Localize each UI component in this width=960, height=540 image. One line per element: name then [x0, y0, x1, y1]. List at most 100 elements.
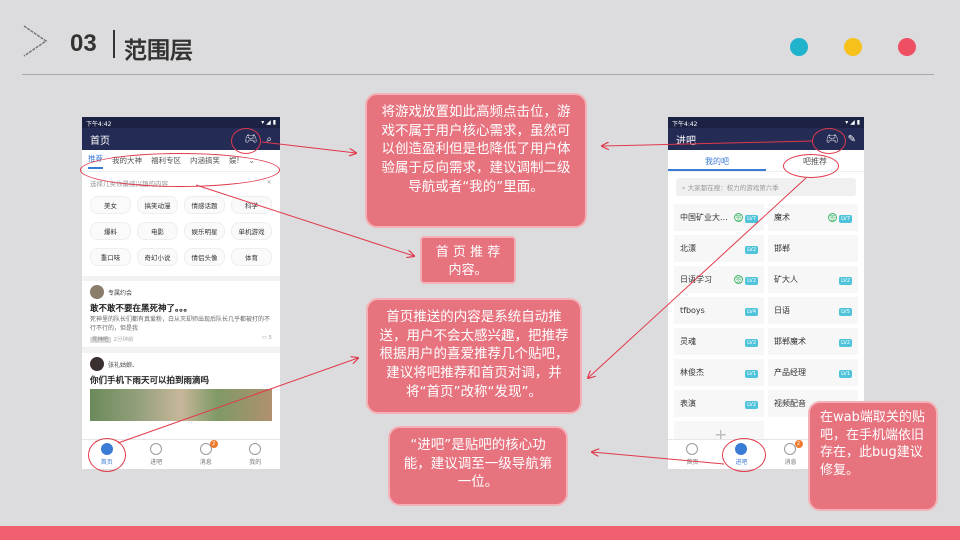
- level-badge: LV7: [745, 215, 758, 223]
- level-badge: LV2: [745, 339, 758, 347]
- section-title: 范围层: [124, 38, 193, 64]
- bar-status: LV1: [745, 368, 758, 378]
- followed-bar[interactable]: 魔术 签 LV7: [766, 202, 860, 233]
- interest-tag[interactable]: 单机游戏: [231, 222, 272, 240]
- yellow-dot: [844, 38, 862, 56]
- followed-bar[interactable]: 邯郸魔术 LV2: [766, 326, 860, 357]
- bar-status: LV1: [839, 368, 852, 378]
- avatar: [90, 285, 104, 299]
- post-header: 专属约会: [90, 285, 272, 299]
- nav-mine-label: 我的: [249, 459, 262, 466]
- followed-bar[interactable]: 日语学习 签 LV2: [672, 264, 766, 295]
- level-badge: LV7: [839, 215, 852, 223]
- bar-name: 产品经理: [774, 368, 806, 377]
- interest-tag[interactable]: 电影: [137, 222, 178, 240]
- bar-name: 矿大人: [774, 275, 798, 284]
- interest-tag[interactable]: 搞笑动漫: [137, 196, 178, 214]
- play-outline-icon: [23, 25, 48, 57]
- header-rule: [22, 74, 934, 75]
- bar-name: 视频配音: [774, 399, 806, 408]
- section-number: 03: [70, 30, 97, 57]
- status-icons: ▾ ◢ ▮: [845, 119, 860, 126]
- bar-status: LV4: [745, 306, 758, 316]
- bar-status: LV2: [745, 244, 758, 254]
- level-badge: LV2: [745, 246, 758, 254]
- bar-status: LV2: [745, 337, 758, 347]
- comment-icon: ▭: [261, 335, 267, 342]
- interest-tag[interactable]: 奇幻小说: [137, 248, 178, 266]
- nav-mine[interactable]: 我的: [249, 443, 261, 466]
- callout-push: 首页推送的内容是系统自动推送，用户不会太感兴趣，把推荐根据用户的喜爱推荐几个贴吧…: [366, 298, 582, 414]
- post-forum-chip[interactable]: 死神吧: [90, 337, 111, 344]
- callout-bug: 在wab端取关的贴吧，在手机端依旧存在，此bug建议修复。: [808, 401, 938, 511]
- tab-my-bars[interactable]: 我的吧: [668, 150, 766, 171]
- slide: 03 范围层 下午4:42 ▾ ◢ ▮ 首页 🎮︎ ⌕ 推荐 我的大神 福利专区…: [0, 0, 960, 540]
- section-separator: [113, 30, 115, 58]
- search-icon: ⌕: [682, 184, 686, 192]
- feed-post[interactable]: 专属约会 敢不敢不要在黑死神了。。。 死神里的队长们都有真爱粉，白从灭却师出现后…: [82, 281, 280, 349]
- teal-dot: [790, 38, 808, 56]
- bar-name: 灵魂: [680, 337, 696, 346]
- followed-bar[interactable]: 邯郸: [766, 233, 860, 264]
- level-badge: LV5: [839, 308, 852, 316]
- jinba-icon: [150, 443, 163, 455]
- callout-jinba: “进吧”是贴吧的核心功能，建议调至一级导航第一位。: [388, 426, 568, 506]
- followed-bar[interactable]: 矿大人 LV2: [766, 264, 860, 295]
- status-time: 下午4:42: [86, 121, 112, 128]
- interest-tag[interactable]: 娱乐明星: [184, 222, 225, 240]
- search-icon[interactable]: ⌕: [266, 134, 272, 145]
- highlight-recommend-tab: [783, 154, 839, 178]
- bar-name: 邯郸魔术: [774, 337, 806, 346]
- nav-messages[interactable]: 2 消息: [784, 440, 803, 466]
- highlight-game-left: [231, 128, 261, 154]
- nav-title: 首页: [90, 135, 110, 147]
- bar-name: 中国矿业大...: [680, 213, 728, 222]
- followed-bar[interactable]: 北漂 LV2: [672, 233, 766, 264]
- interest-tag[interactable]: 情感话题: [184, 196, 225, 214]
- interest-tag[interactable]: 爆料: [90, 222, 131, 240]
- followed-bar[interactable]: tfboys LV4: [672, 295, 766, 326]
- followed-bar[interactable]: 产品经理 LV1: [766, 357, 860, 388]
- nav-jinba[interactable]: 进吧: [150, 443, 162, 466]
- followed-bar[interactable]: 林俊杰 LV1: [672, 357, 766, 388]
- followed-bar[interactable]: 中国矿业大... 签 LV7: [672, 202, 766, 233]
- interest-tags: 美女 搞笑动漫 情感话题 科学 爆料 电影 娱乐明星 单机游戏 重口味 奇幻小说…: [82, 190, 280, 272]
- followed-bar[interactable]: 日语 LV5: [766, 295, 860, 326]
- bar-status: 签 LV2: [734, 275, 758, 285]
- followed-bar[interactable]: 表演 LV2: [672, 388, 766, 419]
- bar-status: 签 LV7: [828, 213, 852, 223]
- interest-tag[interactable]: 美女: [90, 196, 131, 214]
- nav-home[interactable]: 首页: [686, 443, 699, 466]
- bar-name: 魔术: [774, 213, 790, 222]
- search-input[interactable]: ⌕ 大家都在搜：权力的游戏第六季: [676, 178, 856, 196]
- callout-recommend: 首 页 推 荐内容。: [420, 236, 516, 284]
- highlight-home-left: [88, 438, 126, 472]
- post-comment-count: 5: [268, 335, 273, 342]
- post-meta: 死神吧 2分钟前 ▭ 5: [90, 335, 273, 344]
- level-badge: LV2: [839, 277, 852, 285]
- nav-messages[interactable]: 2 消息: [199, 440, 218, 466]
- signed-icon: 签: [828, 213, 838, 222]
- close-icon[interactable]: ×: [267, 178, 272, 188]
- interest-tag[interactable]: 科学: [231, 196, 272, 214]
- post-body: 死神里的队长们都有真爱粉，白从灭却师出现后队长几乎都被打的不行不行的，但是我: [90, 316, 271, 332]
- callout-game: 将游戏放置如此高频点击位，游戏不属于用户核心需求，虽然可以创造盈利但是也降低了用…: [365, 93, 587, 228]
- status-bar: 下午4:42 ▾ ◢ ▮: [82, 117, 280, 128]
- signed-icon: 签: [734, 213, 744, 222]
- nav-messages-label: 消息: [199, 459, 212, 466]
- bar-name: 邯郸: [774, 244, 790, 253]
- bar-name: 日语学习: [680, 275, 712, 284]
- interest-tag[interactable]: 体育: [231, 248, 272, 266]
- feed-post[interactable]: 张礼姑娘、 你们手机下雨天可以拍到雨滴吗: [82, 353, 280, 425]
- interest-tag[interactable]: 重口味: [90, 248, 131, 266]
- nav-home-label: 首页: [686, 459, 699, 466]
- interest-tag[interactable]: 情侣头像: [184, 248, 225, 266]
- message-badge: 2: [209, 440, 218, 448]
- followed-bar[interactable]: 灵魂 LV2: [672, 326, 766, 357]
- post-photo[interactable]: [90, 389, 272, 422]
- home-icon: [686, 443, 699, 455]
- sign-in-icon[interactable]: ✎: [848, 134, 856, 145]
- avatar: [90, 357, 104, 372]
- bar-name: 林俊杰: [680, 368, 704, 377]
- level-badge: LV2: [839, 339, 852, 347]
